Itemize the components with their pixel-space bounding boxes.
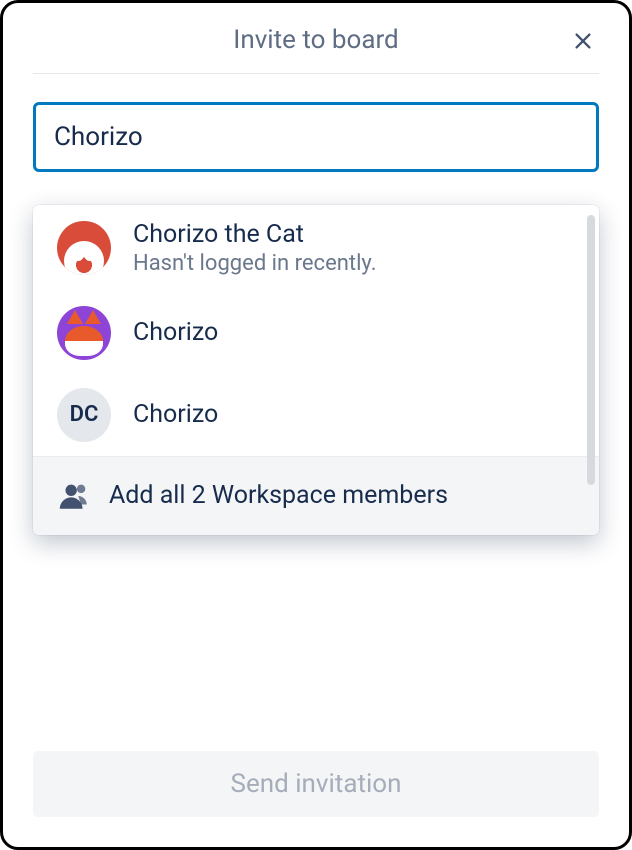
search-result-item[interactable]: Chorizo the Cat Hasn't logged in recentl… — [33, 205, 599, 292]
modal-header: Invite to board — [33, 25, 599, 74]
avatar: DC — [57, 388, 111, 442]
scrollbar[interactable] — [587, 215, 595, 485]
avatar-initials: DC — [70, 402, 99, 427]
search-result-item[interactable]: Chorizo — [33, 292, 599, 374]
search-result-item[interactable]: DC Chorizo — [33, 374, 599, 456]
result-text: Chorizo — [133, 317, 218, 348]
close-button[interactable] — [567, 25, 599, 57]
result-text: Chorizo the Cat Hasn't logged in recentl… — [133, 219, 377, 278]
result-meta: Hasn't logged in recently. — [133, 250, 377, 278]
avatar — [57, 221, 111, 275]
avatar — [57, 306, 111, 360]
close-icon — [572, 30, 594, 52]
group-icon — [57, 479, 91, 513]
result-name: Chorizo — [133, 317, 218, 348]
add-all-label: Add all 2 Workspace members — [109, 481, 448, 510]
result-name: Chorizo — [133, 399, 218, 430]
send-invitation-button[interactable]: Send invitation — [33, 751, 599, 817]
modal-title: Invite to board — [233, 25, 398, 55]
add-all-members[interactable]: Add all 2 Workspace members — [33, 456, 599, 535]
result-text: Chorizo — [133, 399, 218, 430]
result-name: Chorizo the Cat — [133, 219, 377, 250]
search-dropdown: Chorizo the Cat Hasn't logged in recentl… — [33, 205, 599, 535]
invite-modal: Invite to board Chorizo the Cat Hasn't l… — [0, 0, 632, 850]
search-input[interactable] — [33, 102, 599, 172]
